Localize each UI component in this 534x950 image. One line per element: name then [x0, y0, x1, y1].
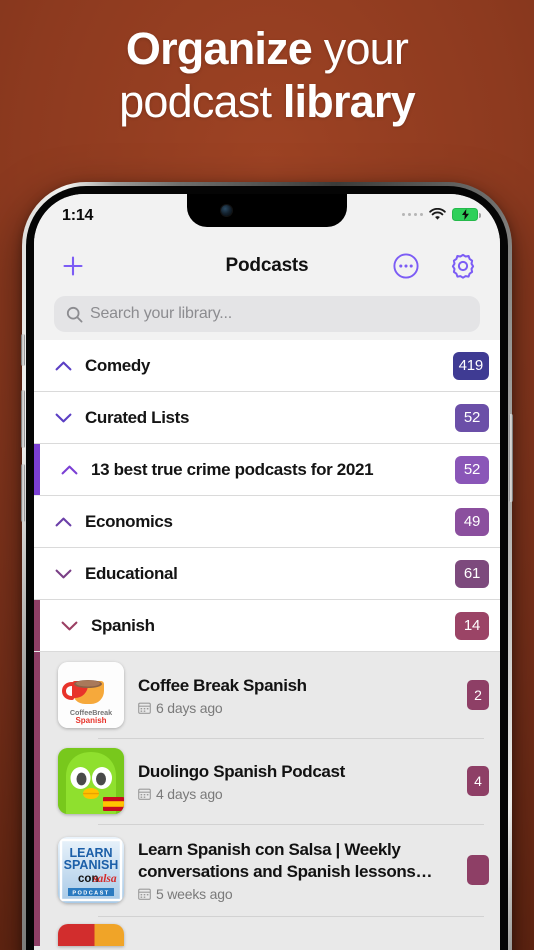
count-badge: 52: [455, 455, 489, 484]
count-badge: 419: [452, 351, 489, 380]
volume-down-button[interactable]: [21, 464, 25, 522]
count-badge: 49: [455, 507, 489, 536]
chevron-down-icon[interactable]: [60, 621, 78, 631]
library-list[interactable]: Comedy 419 Curated Lists 52 13 best true…: [34, 340, 500, 950]
sidebar-item-label: Educational: [85, 563, 178, 583]
battery-charging-icon: [452, 208, 481, 221]
list-item[interactable]: CoffeeBreak Spanish Coffee Break Spanish: [40, 652, 500, 738]
headline-bold-library: library: [282, 76, 416, 127]
sidebar-item-true-crime-list[interactable]: 13 best true crime podcasts for 2021 52: [34, 444, 500, 496]
search-placeholder: Search your library...: [90, 305, 233, 322]
sidebar-item-label: Comedy: [85, 355, 150, 375]
search-container: Search your library...: [34, 292, 500, 340]
calendar-icon: [138, 788, 151, 800]
podcast-title: Learn Spanish con Salsa | Weekly convers…: [138, 839, 416, 881]
podcast-artwork: [58, 924, 124, 946]
more-options-button[interactable]: [392, 252, 420, 280]
headline-text-your: your: [312, 23, 409, 74]
notch: [187, 194, 347, 227]
episode-count-badge: [467, 855, 489, 885]
podcast-info: Learn Spanish con Salsa | Weekly convers…: [138, 839, 467, 902]
sidebar-item-label: 13 best true crime podcasts for 2021: [91, 459, 374, 479]
list-item[interactable]: LEARN SPANISH con salsa PODCAST Learn Sp…: [40, 824, 500, 916]
headline-line-1: Organize your: [0, 22, 534, 75]
search-icon: [66, 306, 83, 323]
sidebar-item-label: Spanish: [91, 615, 155, 635]
mute-switch[interactable]: [21, 334, 25, 366]
section-color-bar: [34, 600, 40, 651]
promo-headline: Organize your podcast library: [0, 22, 534, 128]
podcast-info: Duolingo Spanish Podcast 4 days ago: [138, 761, 467, 802]
episode-count-badge: 4: [467, 766, 489, 796]
power-button[interactable]: [509, 414, 513, 502]
signal-dots-icon: [401, 212, 423, 217]
sidebar-item-educational[interactable]: Educational 61: [34, 548, 500, 600]
duolingo-spanish-podcast-artwork: [58, 748, 124, 814]
status-indicators: [401, 207, 481, 221]
search-input[interactable]: Search your library...: [54, 296, 480, 332]
podcast-date: 4 days ago: [138, 786, 461, 802]
sidebar-item-label: Economics: [85, 511, 173, 531]
podcast-date: 5 weeks ago: [138, 886, 461, 902]
phone-mockup: 1:14 Podcasts Search your library... Com…: [21, 182, 513, 950]
count-badge: 61: [455, 559, 489, 588]
phone-screen: 1:14 Podcasts Search your library... Com…: [34, 194, 500, 950]
headline-line-2: podcast library: [0, 75, 534, 128]
svg-text:salsa: salsa: [92, 873, 117, 885]
episode-count-badge: 2: [467, 680, 489, 710]
row-separator: [98, 824, 484, 825]
calendar-icon: [138, 702, 151, 714]
podcast-info: Coffee Break Spanish 6 days ago: [138, 675, 467, 716]
sidebar-item-spanish[interactable]: Spanish 14: [34, 600, 500, 652]
headline-bold-organize: Organize: [125, 23, 313, 74]
sidebar-item-comedy[interactable]: Comedy 419: [34, 340, 500, 392]
row-separator: [98, 738, 484, 739]
count-badge: 52: [455, 403, 489, 432]
headline-text-podcast: podcast: [119, 76, 283, 127]
podcast-date: 6 days ago: [138, 700, 461, 716]
podcast-list: CoffeeBreak Spanish Coffee Break Spanish: [34, 652, 500, 946]
coffee-break-spanish-artwork: CoffeeBreak Spanish: [58, 662, 124, 728]
podcast-date-text: 4 days ago: [156, 785, 223, 802]
svg-text:SPANISH: SPANISH: [64, 858, 119, 872]
podcast-title: Coffee Break Spanish: [138, 675, 307, 695]
settings-button[interactable]: [448, 251, 478, 281]
section-color-bar: [34, 444, 40, 495]
podcast-date-text: 6 days ago: [156, 699, 223, 716]
wifi-icon: [429, 207, 446, 221]
count-badge: 14: [455, 611, 489, 640]
navigation-bar: Podcasts: [34, 240, 500, 292]
sidebar-item-economics[interactable]: Economics 49: [34, 496, 500, 548]
row-separator: [98, 916, 484, 917]
volume-up-button[interactable]: [21, 390, 25, 448]
sidebar-item-curated-lists[interactable]: Curated Lists 52: [34, 392, 500, 444]
calendar-icon: [138, 888, 151, 900]
chevron-down-icon[interactable]: [54, 569, 72, 579]
svg-text:Spanish: Spanish: [75, 716, 106, 725]
svg-text:PODCAST: PODCAST: [72, 890, 109, 896]
front-camera-icon: [221, 205, 232, 216]
status-time: 1:14: [62, 207, 94, 224]
sidebar-item-label: Curated Lists: [85, 407, 190, 427]
list-item[interactable]: [40, 916, 500, 946]
learn-spanish-con-salsa-artwork: LEARN SPANISH con salsa PODCAST: [58, 837, 124, 903]
podcast-title: Duolingo Spanish Podcast: [138, 761, 345, 781]
podcast-date-text: 5 weeks ago: [156, 885, 233, 902]
chevron-up-icon[interactable]: [54, 361, 72, 371]
page-title: Podcasts: [225, 255, 309, 276]
list-item[interactable]: Duolingo Spanish Podcast 4 days ago 4: [40, 738, 500, 824]
chevron-up-icon[interactable]: [60, 465, 78, 475]
chevron-down-icon[interactable]: [54, 413, 72, 423]
chevron-up-icon[interactable]: [54, 517, 72, 527]
